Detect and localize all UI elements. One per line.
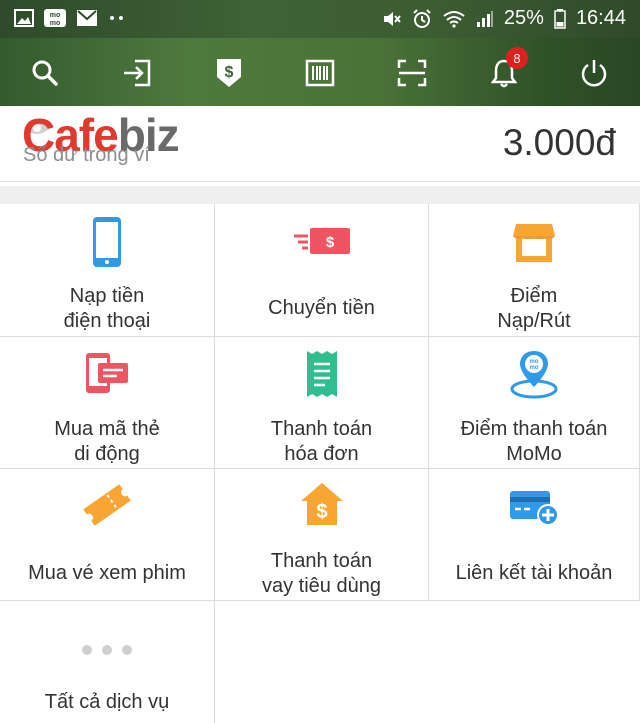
status-right-icons: 25% 16:44 bbox=[382, 7, 626, 30]
mute-icon bbox=[383, 11, 401, 26]
service-label-line2: hóa đơn bbox=[284, 443, 359, 465]
status-bar: mo mo 25% 16:44 bbox=[0, 0, 640, 38]
alarm-icon bbox=[413, 8, 431, 28]
power-button[interactable] bbox=[572, 51, 616, 95]
link-card-icon bbox=[510, 491, 559, 526]
service-label-line1: Điểm bbox=[510, 285, 558, 307]
battery-percent: 25% bbox=[503, 7, 544, 29]
divider bbox=[0, 181, 640, 182]
section-gap bbox=[0, 186, 640, 204]
more-dots-icon bbox=[82, 645, 132, 655]
service-label-line1: Nạp tiền bbox=[69, 285, 145, 307]
service-label-line2: MoMo bbox=[506, 443, 562, 465]
service-label-line2: di động bbox=[74, 443, 140, 465]
mail-icon bbox=[77, 10, 97, 26]
scan-icon bbox=[397, 59, 427, 87]
service-label-line1: Chuyển tiền bbox=[268, 297, 375, 319]
bill-icon bbox=[306, 351, 337, 397]
service-label-line1: Mua vé xem phim bbox=[28, 562, 186, 584]
balance-amount: 3.000đ bbox=[502, 122, 616, 163]
svg-text:mo: mo bbox=[50, 20, 61, 27]
notification-button[interactable]: 8 bbox=[482, 47, 528, 95]
balance-section: Cafebiz Số dư trong ví 3.000đ bbox=[0, 106, 640, 180]
more-dots-icon bbox=[110, 16, 123, 20]
svg-text:mo: mo bbox=[530, 365, 539, 371]
service-transfer[interactable]: $ Chuyển tiền bbox=[215, 204, 429, 337]
power-icon bbox=[581, 60, 607, 87]
wallet-symbol: $ bbox=[225, 64, 234, 81]
search-icon bbox=[32, 60, 58, 86]
svg-text:$: $ bbox=[325, 234, 334, 251]
transfer-money-icon: $ bbox=[293, 228, 350, 254]
wallet-shield-icon: $ bbox=[217, 59, 241, 87]
momo-icon: momo bbox=[44, 9, 66, 27]
movie-ticket-icon bbox=[83, 484, 131, 526]
mobile-card-icon bbox=[86, 353, 128, 393]
notification-badge: 8 bbox=[506, 47, 528, 69]
service-topup-withdraw-point[interactable]: Điểm Nạp/Rút bbox=[429, 204, 640, 337]
phone-icon bbox=[93, 217, 121, 267]
service-label-line1: Tất cả dịch vụ bbox=[44, 691, 170, 713]
service-pay-bill[interactable]: Thanh toán hóa đơn bbox=[215, 337, 429, 469]
service-consumer-loan[interactable]: $ Thanh toán vay tiêu dùng bbox=[215, 469, 429, 601]
service-label-line2: vay tiêu dùng bbox=[262, 575, 381, 597]
momo-location-icon: momo bbox=[510, 351, 558, 399]
service-label-line2: điện thoại bbox=[63, 310, 151, 332]
signal-icon bbox=[476, 10, 493, 27]
barcode-button[interactable] bbox=[298, 51, 342, 95]
wallet-button[interactable]: $ bbox=[207, 51, 251, 95]
service-momo-payment-point[interactable]: mo mo Điểm thanh toán MoMo bbox=[429, 337, 640, 469]
scan-button[interactable] bbox=[390, 51, 434, 95]
service-buy-mobile-card[interactable]: Mua mã thẻ di động bbox=[0, 337, 215, 469]
loan-house-icon: $ bbox=[300, 483, 343, 525]
service-label-line1: Điểm thanh toán bbox=[460, 418, 608, 440]
svg-text:mo: mo bbox=[50, 12, 61, 19]
service-label-line1: Thanh toán bbox=[270, 550, 373, 572]
store-icon bbox=[513, 224, 555, 262]
svg-text:$: $ bbox=[316, 501, 327, 523]
barcode-icon bbox=[305, 59, 335, 87]
service-label-line2: Nạp/Rút bbox=[497, 310, 571, 332]
service-link-account[interactable]: Liên kết tài khoản bbox=[429, 469, 640, 601]
login-button[interactable] bbox=[115, 51, 159, 95]
clock-time: 16:44 bbox=[575, 7, 626, 29]
image-icon bbox=[14, 9, 34, 27]
wifi-icon bbox=[443, 10, 465, 28]
service-topup-phone[interactable]: Nạp tiền điện thoại bbox=[0, 204, 215, 337]
service-all[interactable]: Tất cả dịch vụ bbox=[0, 601, 215, 723]
service-grid: Nạp tiền điện thoại $ Chuyển tiền Điểm N… bbox=[0, 204, 640, 723]
service-label-line1: Liên kết tài khoản bbox=[455, 562, 613, 584]
balance-label: Số dư trong ví bbox=[23, 144, 150, 166]
service-label-line1: Thanh toán bbox=[270, 418, 373, 440]
status-left-icons: mo mo bbox=[14, 9, 126, 27]
service-movie-ticket[interactable]: Mua vé xem phim bbox=[0, 469, 215, 601]
top-toolbar: $ 8 bbox=[0, 38, 640, 106]
service-label-line1: Mua mã thẻ bbox=[54, 418, 160, 440]
battery-icon bbox=[554, 8, 566, 29]
search-button[interactable] bbox=[23, 51, 67, 95]
login-icon bbox=[124, 59, 151, 87]
